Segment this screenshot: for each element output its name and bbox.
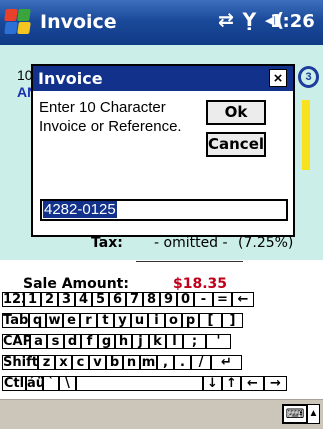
app-title: Invoice [40, 11, 117, 33]
key[interactable]: ] [222, 313, 243, 328]
invoice-input-value: 4282-0125 [43, 201, 117, 218]
key[interactable]: ↵ [211, 355, 242, 370]
tax-percent: (7.25%) [238, 235, 294, 251]
key[interactable]: x [55, 355, 72, 370]
logo-quadrant [17, 9, 31, 21]
background-step-indicator: 3 [298, 66, 319, 88]
key[interactable]: , [157, 355, 174, 370]
tax-label: Tax: [91, 235, 123, 251]
key[interactable]: b [106, 355, 123, 370]
key[interactable]: w [46, 313, 63, 328]
key[interactable]: ↑ [222, 376, 241, 391]
invoice-input[interactable]: 4282-0125 [40, 199, 288, 221]
key[interactable]: \ [59, 376, 76, 391]
start-menu-logo-icon[interactable] [3, 7, 33, 37]
key[interactable]: Shift [2, 355, 38, 370]
key[interactable]: 6 [109, 292, 126, 307]
key[interactable]: a [30, 334, 47, 349]
key[interactable]: q [29, 313, 46, 328]
key[interactable]: i [148, 313, 165, 328]
key[interactable]: o [165, 313, 182, 328]
dialog-titlebar: Invoice × [33, 66, 293, 91]
sale-label: Sale Amount: [23, 276, 129, 292]
key[interactable]: s [47, 334, 64, 349]
keyboard-icon[interactable]: ⌨ [282, 404, 308, 424]
key[interactable]: Tab [2, 313, 29, 328]
key[interactable]: 1 [24, 292, 41, 307]
key[interactable]: d [64, 334, 81, 349]
key[interactable]: 0 [177, 292, 194, 307]
key[interactable]: z [38, 355, 55, 370]
sale-value: $18.35 [173, 276, 228, 292]
key[interactable]: 9 [160, 292, 177, 307]
dialog-title: Invoice [38, 69, 103, 88]
key[interactable]: g [98, 334, 115, 349]
key[interactable]: 2 [41, 292, 58, 307]
key[interactable]: j [132, 334, 149, 349]
key[interactable]: ← [241, 376, 264, 391]
key[interactable]: 7 [126, 292, 143, 307]
key[interactable]: p [182, 313, 199, 328]
key[interactable]: r [80, 313, 97, 328]
key[interactable]: h [115, 334, 132, 349]
key[interactable]: ` [43, 376, 59, 391]
key[interactable]: 4 [75, 292, 92, 307]
key[interactable]: / [191, 355, 211, 370]
bottom-bar: ⌨ ▲ [0, 399, 323, 429]
key[interactable]: n [123, 355, 140, 370]
key[interactable]: = [213, 292, 232, 307]
key[interactable]: 8 [143, 292, 160, 307]
key[interactable]: → [264, 376, 287, 391]
key[interactable]: t [97, 313, 114, 328]
ok-button[interactable]: Ok [206, 100, 266, 125]
key[interactable]: ; [183, 334, 206, 349]
key[interactable]: y [114, 313, 131, 328]
key[interactable]: 5 [92, 292, 109, 307]
key[interactable]: ↓ [203, 376, 222, 391]
key[interactable]: m [140, 355, 157, 370]
tax-value: - omitted - [154, 235, 228, 251]
key[interactable]: k [149, 334, 166, 349]
clock[interactable]: 1:26 [270, 11, 315, 32]
key[interactable]: l [166, 334, 183, 349]
input-method-arrow-icon[interactable]: ▲ [308, 404, 320, 424]
key[interactable]: Ctl [2, 376, 26, 391]
dialog-message: Enter 10 Character Invoice or Reference. [39, 99, 182, 135]
key[interactable]: 123 [2, 292, 24, 307]
logo-quadrant [4, 22, 18, 34]
key[interactable]: [ [199, 313, 222, 328]
taskbar: Invoice ⇄ Ỵ ◂( 1:26 [0, 0, 323, 45]
close-icon[interactable]: × [269, 69, 287, 87]
key[interactable]: . [174, 355, 191, 370]
key[interactable]: áü [26, 376, 43, 391]
key[interactable]: e [63, 313, 80, 328]
key-space[interactable] [76, 376, 203, 391]
key[interactable]: ' [206, 334, 231, 349]
key[interactable]: 3 [58, 292, 75, 307]
key[interactable]: f [81, 334, 98, 349]
background-highlight-bar [302, 100, 310, 170]
logo-quadrant [4, 9, 18, 21]
logo-quadrant [17, 22, 31, 34]
key[interactable]: c [72, 355, 89, 370]
key[interactable]: CAP [2, 334, 30, 349]
key[interactable]: v [89, 355, 106, 370]
key[interactable]: ← [232, 292, 254, 307]
cancel-button[interactable]: Cancel [206, 132, 266, 157]
key[interactable]: u [131, 313, 148, 328]
key[interactable]: - [194, 292, 213, 307]
invoice-dialog: Invoice × Enter 10 Character Invoice or … [31, 64, 295, 237]
divider [136, 261, 243, 262]
soft-keyboard: 1231234567890-=←Tabqwertyuiop[]CAPasdfgh… [0, 292, 323, 399]
